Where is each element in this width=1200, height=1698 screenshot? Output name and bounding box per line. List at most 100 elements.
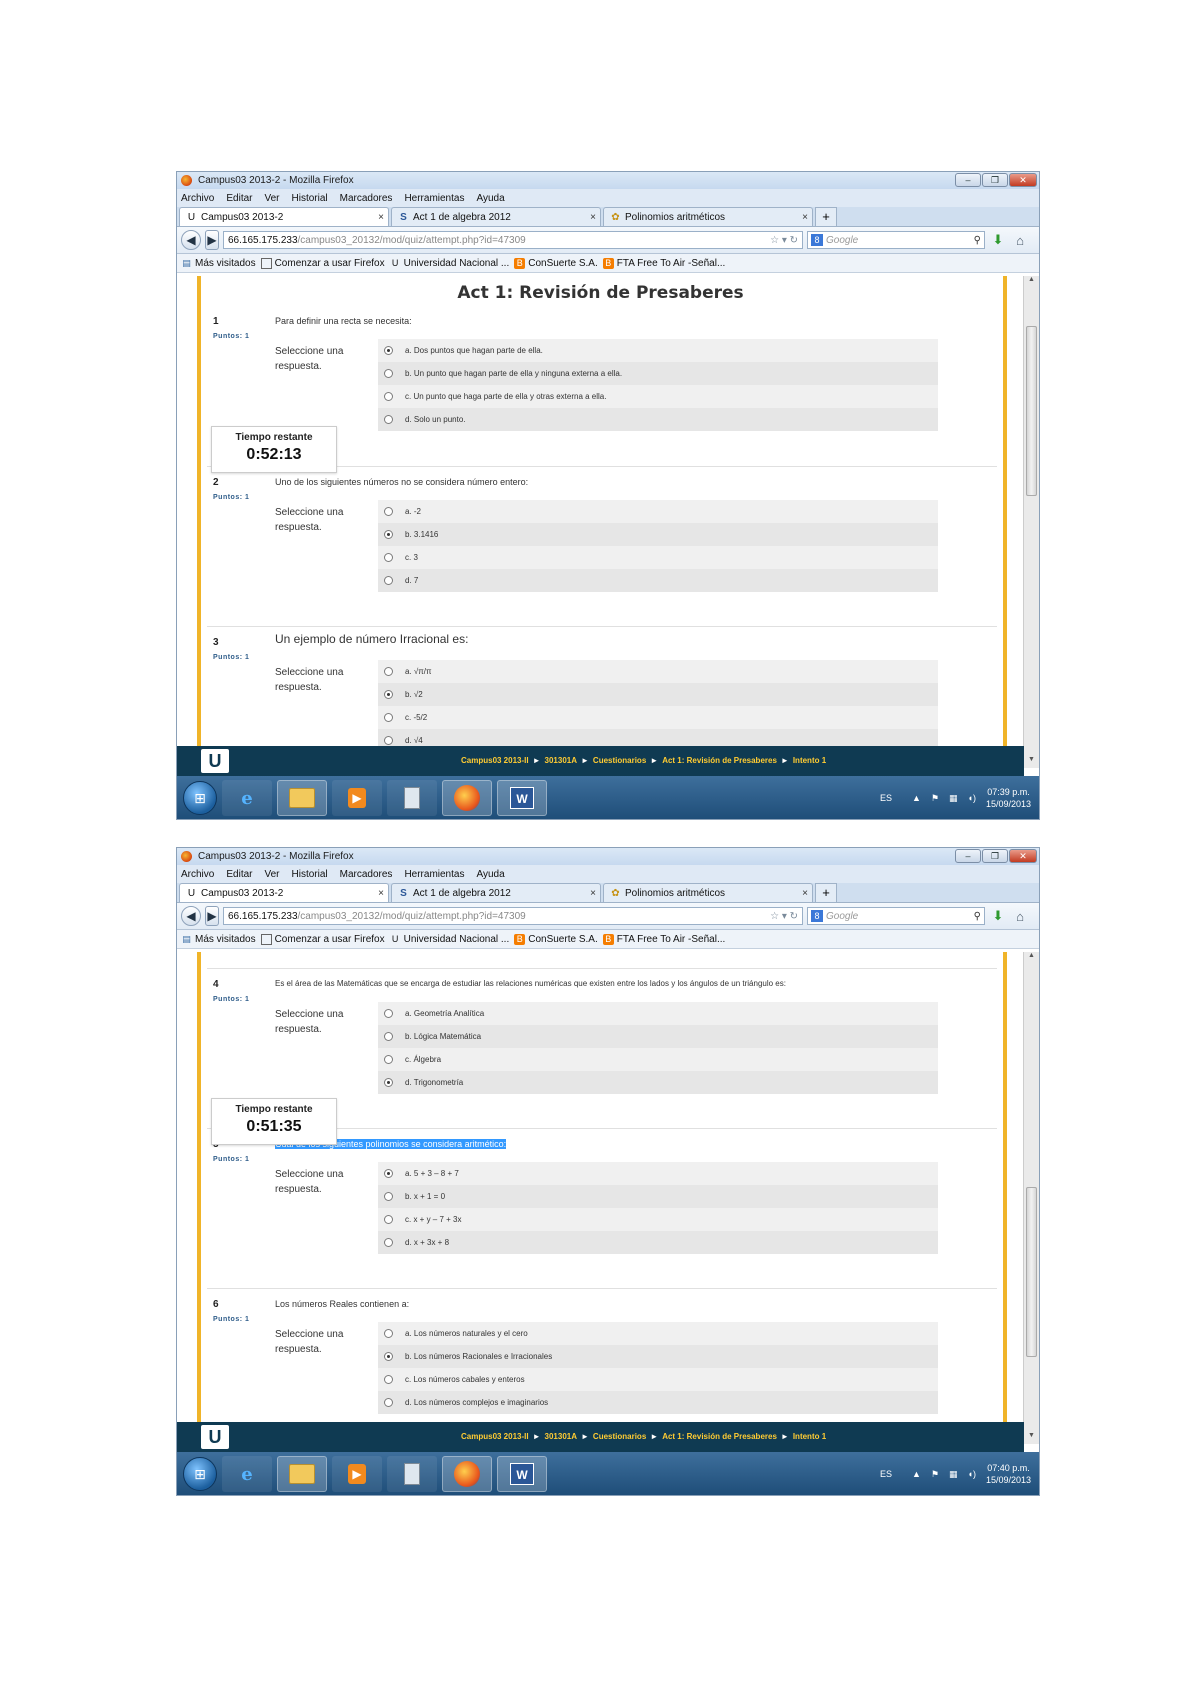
radio-button[interactable] bbox=[384, 576, 393, 585]
radio-button[interactable] bbox=[384, 1009, 393, 1018]
maximize-button[interactable]: ❐ bbox=[982, 849, 1008, 863]
menu-herramientas[interactable]: Herramientas bbox=[404, 193, 464, 204]
answer-option[interactable]: d. Trigonometría bbox=[378, 1071, 938, 1094]
menu-herramientas[interactable]: Herramientas bbox=[404, 869, 464, 880]
menu-editar[interactable]: Editar bbox=[226, 193, 252, 204]
volume-icon[interactable]: ◖) bbox=[968, 793, 976, 803]
tab-close-icon[interactable]: × bbox=[590, 212, 596, 223]
breadcrumb-item[interactable]: 301301A bbox=[545, 756, 577, 765]
download-icon[interactable]: ⬇ bbox=[989, 908, 1007, 924]
home-icon[interactable]: ⌂ bbox=[1011, 233, 1029, 248]
calculator-taskbar-button[interactable] bbox=[387, 780, 437, 816]
menu-historial[interactable]: Historial bbox=[292, 869, 328, 880]
search-icon[interactable]: ⚲ bbox=[974, 911, 981, 922]
tab-close-icon[interactable]: × bbox=[378, 212, 384, 223]
radio-button[interactable] bbox=[384, 1375, 393, 1384]
answer-option[interactable]: b. x + 1 = 0 bbox=[378, 1185, 938, 1208]
bookmark-consuerte[interactable]: B ConSuerte S.A. bbox=[514, 257, 598, 269]
breadcrumb-item[interactable]: Cuestionarios bbox=[593, 1432, 646, 1441]
tab-polinomios[interactable]: ✿ Polinomios aritméticos × bbox=[603, 207, 813, 226]
start-button[interactable]: ⊞ bbox=[183, 1457, 217, 1491]
explorer-taskbar-button[interactable] bbox=[277, 780, 327, 816]
home-icon[interactable]: ⌂ bbox=[1011, 909, 1029, 924]
radio-button[interactable] bbox=[384, 690, 393, 699]
tab-algebra[interactable]: S Act 1 de algebra 2012 × bbox=[391, 883, 601, 902]
bookmark-consuerte[interactable]: B ConSuerte S.A. bbox=[514, 933, 598, 945]
bookmark-star-icon[interactable]: ☆ ▾ ↻ bbox=[770, 235, 798, 246]
answer-option[interactable]: b. Un punto que hagan parte de ella y ni… bbox=[378, 362, 938, 385]
scroll-up-icon[interactable]: ▲ bbox=[1024, 276, 1039, 288]
explorer-taskbar-button[interactable] bbox=[277, 1456, 327, 1492]
radio-button[interactable] bbox=[384, 1329, 393, 1338]
network-icon[interactable]: ▦ bbox=[949, 793, 958, 804]
close-button[interactable]: ✕ bbox=[1009, 849, 1037, 863]
menu-archivo[interactable]: Archivo bbox=[181, 869, 214, 880]
answer-option[interactable]: c. 3 bbox=[378, 546, 938, 569]
radio-button[interactable] bbox=[384, 392, 393, 401]
radio-button[interactable] bbox=[384, 1032, 393, 1041]
url-bar[interactable]: 66.165.175.233/campus03_20132/mod/quiz/a… bbox=[223, 907, 803, 925]
tab-campus[interactable]: U Campus03 2013-2 × bbox=[179, 207, 389, 226]
network-icon[interactable]: ▦ bbox=[949, 1469, 958, 1480]
breadcrumb-item[interactable]: Campus03 2013-II bbox=[461, 1432, 529, 1441]
clock[interactable]: 07:40 p.m. 15/09/2013 bbox=[986, 1462, 1031, 1486]
answer-option[interactable]: d. 7 bbox=[378, 569, 938, 592]
radio-button[interactable] bbox=[384, 369, 393, 378]
menu-editar[interactable]: Editar bbox=[226, 869, 252, 880]
search-input[interactable]: 8 Google ⚲ bbox=[807, 907, 985, 925]
search-icon[interactable]: ⚲ bbox=[974, 235, 981, 246]
answer-option[interactable]: c. Los números cabales y enteros bbox=[378, 1368, 938, 1391]
scrollbar[interactable]: ▲ ▼ bbox=[1023, 276, 1039, 768]
breadcrumb-item[interactable]: Act 1: Revisión de Presaberes bbox=[662, 756, 777, 765]
firefox-taskbar-button[interactable] bbox=[442, 780, 492, 816]
answer-option[interactable]: c. -5/2 bbox=[378, 706, 938, 729]
ie-taskbar-button[interactable]: e bbox=[222, 780, 272, 816]
radio-button[interactable] bbox=[384, 1078, 393, 1087]
media-taskbar-button[interactable]: ▶ bbox=[332, 780, 382, 816]
back-icon[interactable]: ◀ bbox=[181, 230, 201, 250]
flag-icon[interactable]: ⚑ bbox=[931, 793, 939, 804]
menu-marcadores[interactable]: Marcadores bbox=[340, 869, 393, 880]
tab-campus[interactable]: U Campus03 2013-2 × bbox=[179, 883, 389, 902]
radio-button[interactable] bbox=[384, 346, 393, 355]
radio-button[interactable] bbox=[384, 1398, 393, 1407]
answer-option[interactable]: c. Álgebra bbox=[378, 1048, 938, 1071]
scrollbar[interactable]: ▲ ▼ bbox=[1023, 952, 1039, 1444]
menu-ayuda[interactable]: Ayuda bbox=[476, 193, 504, 204]
bookmark-comenzar[interactable]: Comenzar a usar Firefox bbox=[260, 933, 385, 945]
bookmark-fta[interactable]: B FTA Free To Air -Señal... bbox=[602, 257, 725, 269]
scroll-down-icon[interactable]: ▼ bbox=[1024, 756, 1039, 768]
scroll-thumb[interactable] bbox=[1026, 1187, 1037, 1357]
breadcrumb-item[interactable]: Cuestionarios bbox=[593, 756, 646, 765]
start-button[interactable]: ⊞ bbox=[183, 781, 217, 815]
tab-close-icon[interactable]: × bbox=[802, 212, 808, 223]
answer-option[interactable]: c. Un punto que haga parte de ella y otr… bbox=[378, 385, 938, 408]
tab-polinomios[interactable]: ✿ Polinomios aritméticos × bbox=[603, 883, 813, 902]
answer-option[interactable]: b. √2 bbox=[378, 683, 938, 706]
radio-button[interactable] bbox=[384, 507, 393, 516]
word-taskbar-button[interactable]: W bbox=[497, 780, 547, 816]
tab-close-icon[interactable]: × bbox=[590, 888, 596, 899]
close-button[interactable]: ✕ bbox=[1009, 173, 1037, 187]
ie-taskbar-button[interactable]: e bbox=[222, 1456, 272, 1492]
answer-option[interactable]: a. Geometría Analítica bbox=[378, 1002, 938, 1025]
clock[interactable]: 07:39 p.m. 15/09/2013 bbox=[986, 786, 1031, 810]
tray-arrow-icon[interactable]: ▲ bbox=[912, 793, 921, 803]
media-taskbar-button[interactable]: ▶ bbox=[332, 1456, 382, 1492]
menu-marcadores[interactable]: Marcadores bbox=[340, 193, 393, 204]
forward-icon[interactable]: ▶ bbox=[205, 906, 219, 926]
tab-close-icon[interactable]: × bbox=[378, 888, 384, 899]
radio-button[interactable] bbox=[384, 736, 393, 745]
bookmark-comenzar[interactable]: Comenzar a usar Firefox bbox=[260, 257, 385, 269]
new-tab-button[interactable]: + bbox=[815, 207, 837, 226]
bookmark-universidad[interactable]: U Universidad Nacional ... bbox=[390, 934, 509, 945]
new-tab-button[interactable]: + bbox=[815, 883, 837, 902]
bookmark-mas-visitados[interactable]: ▤ Más visitados bbox=[181, 258, 255, 269]
bookmark-universidad[interactable]: U Universidad Nacional ... bbox=[390, 258, 509, 269]
bookmark-fta[interactable]: B FTA Free To Air -Señal... bbox=[602, 933, 725, 945]
bookmark-mas-visitados[interactable]: ▤ Más visitados bbox=[181, 934, 255, 945]
bookmark-star-icon[interactable]: ☆ ▾ ↻ bbox=[770, 911, 798, 922]
radio-button[interactable] bbox=[384, 713, 393, 722]
radio-button[interactable] bbox=[384, 415, 393, 424]
answer-option[interactable]: b. 3.1416 bbox=[378, 523, 938, 546]
